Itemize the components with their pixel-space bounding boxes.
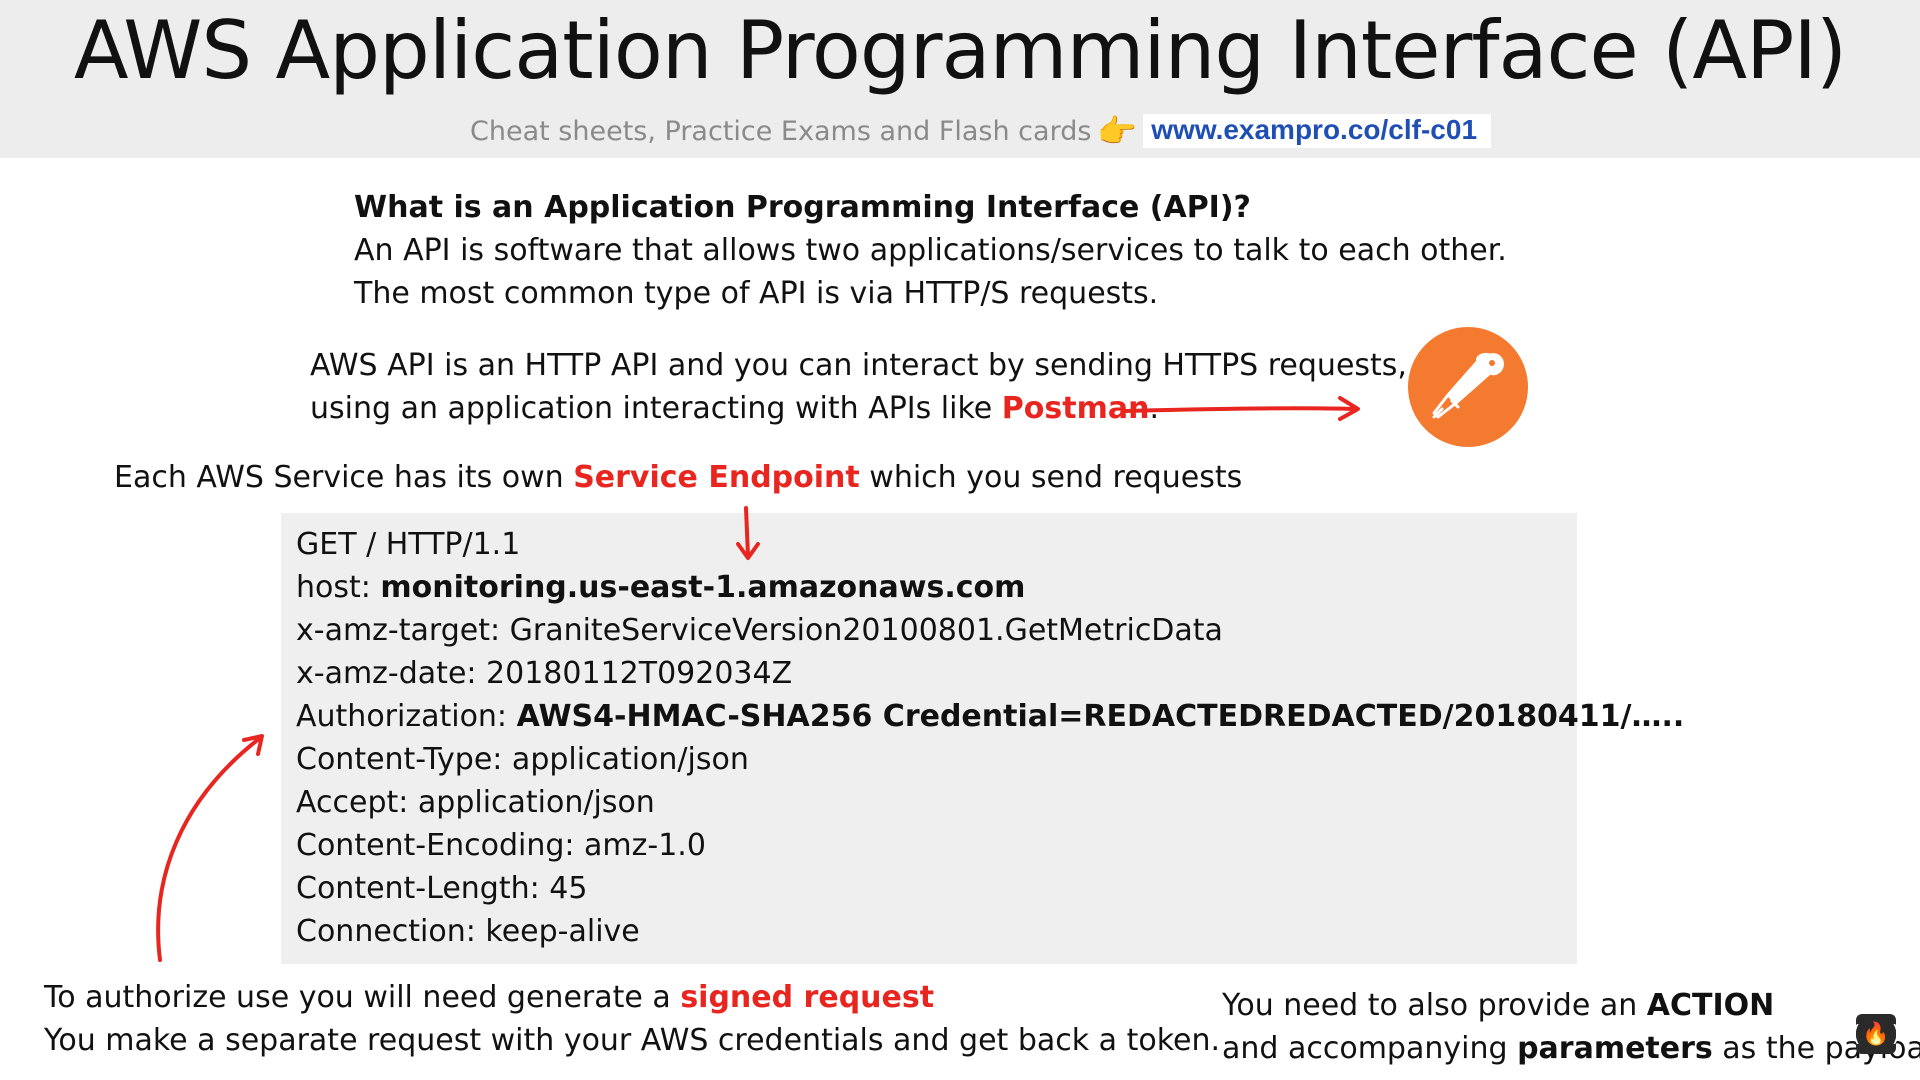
date-header: x-amz-date: 20180112T092034Z bbox=[296, 656, 793, 691]
content-type-header: Content-Type: application/json bbox=[296, 742, 749, 777]
postman-arrowhead-icon bbox=[1338, 396, 1360, 421]
target-header: x-amz-target: GraniteServiceVersion20100… bbox=[296, 613, 1223, 648]
service-endpoint-line: Each AWS Service has its own Service End… bbox=[114, 456, 1242, 499]
request-line: GET / HTTP/1.1 bbox=[296, 527, 521, 562]
aws-api-line-2-prefix: using an application interacting with AP… bbox=[310, 391, 1002, 426]
api-question-heading: What is an Application Programming Inter… bbox=[354, 190, 1251, 225]
service-line-prefix: Each AWS Service has its own bbox=[114, 460, 574, 495]
content-length-header: Content-Length: 45 bbox=[296, 871, 588, 906]
token-line: You make a separate request with your AW… bbox=[44, 1023, 1221, 1058]
signed-request-line: To authorize use you will need generate … bbox=[44, 976, 934, 1019]
header-banner: AWS Application Programming Interface (A… bbox=[0, 0, 1920, 158]
host-value: monitoring.us-east-1.amazonaws.com bbox=[380, 570, 1026, 605]
exampro-link[interactable]: www.exampro.co/clf-c01 bbox=[1143, 114, 1492, 148]
postman-rocket-icon bbox=[1432, 353, 1504, 419]
host-header: host: monitoring.us-east-1.amazonaws.com bbox=[296, 566, 1025, 609]
signed-request-highlight: signed request bbox=[680, 980, 935, 1015]
service-endpoint-highlight: Service Endpoint bbox=[573, 460, 860, 495]
api-definition-line: An API is software that allows two appli… bbox=[354, 233, 1507, 268]
aws-api-line-2: using an application interacting with AP… bbox=[310, 387, 1159, 430]
host-label: host: bbox=[296, 570, 381, 605]
freecodecamp-logo-icon: (🔥) bbox=[1849, 1014, 1903, 1054]
auth-curved-arrow-icon bbox=[156, 736, 262, 962]
signed-request-prefix: To authorize use you will need generate … bbox=[44, 980, 681, 1015]
accept-header: Accept: application/json bbox=[296, 785, 655, 820]
content-encoding-header: Content-Encoding: amz-1.0 bbox=[296, 828, 706, 863]
aws-api-line-1: AWS API is an HTTP API and you can inter… bbox=[310, 348, 1407, 383]
postman-highlight: Postman bbox=[1001, 391, 1150, 426]
postman-logo-icon bbox=[1408, 327, 1528, 447]
auth-label: Authorization: bbox=[296, 699, 517, 734]
connection-header: Connection: keep-alive bbox=[296, 914, 640, 949]
subtitle-text: Cheat sheets, Practice Exams and Flash c… bbox=[470, 115, 1092, 147]
action-line: You need to also provide an ACTION bbox=[1222, 984, 1774, 1027]
auth-curved-arrowhead-icon bbox=[242, 734, 264, 756]
api-common-type-line: The most common type of API is via HTTP/… bbox=[354, 276, 1159, 311]
page-title: AWS Application Programming Interface (A… bbox=[73, 4, 1847, 97]
pointing-hand-icon: 👉 bbox=[1097, 112, 1138, 150]
aws-api-line-2-suffix: . bbox=[1149, 391, 1159, 426]
authorization-header: Authorization: AWS4-HMAC-SHA256 Credenti… bbox=[296, 695, 1684, 738]
parameters-line: and accompanying parameters as the paylo… bbox=[1222, 1027, 1920, 1070]
action-prefix: You need to also provide an bbox=[1222, 988, 1647, 1023]
action-bold: ACTION bbox=[1646, 988, 1775, 1023]
postman-arrow-icon bbox=[1124, 406, 1358, 413]
subtitle: Cheat sheets, Practice Exams and Flash c… bbox=[470, 112, 1492, 150]
auth-value: AWS4-HMAC-SHA256 Credential=REDACTEDREDA… bbox=[516, 699, 1685, 734]
parameters-prefix: and accompanying bbox=[1222, 1031, 1518, 1066]
service-line-suffix: which you send requests bbox=[859, 460, 1243, 495]
parameters-bold: parameters bbox=[1517, 1031, 1713, 1066]
